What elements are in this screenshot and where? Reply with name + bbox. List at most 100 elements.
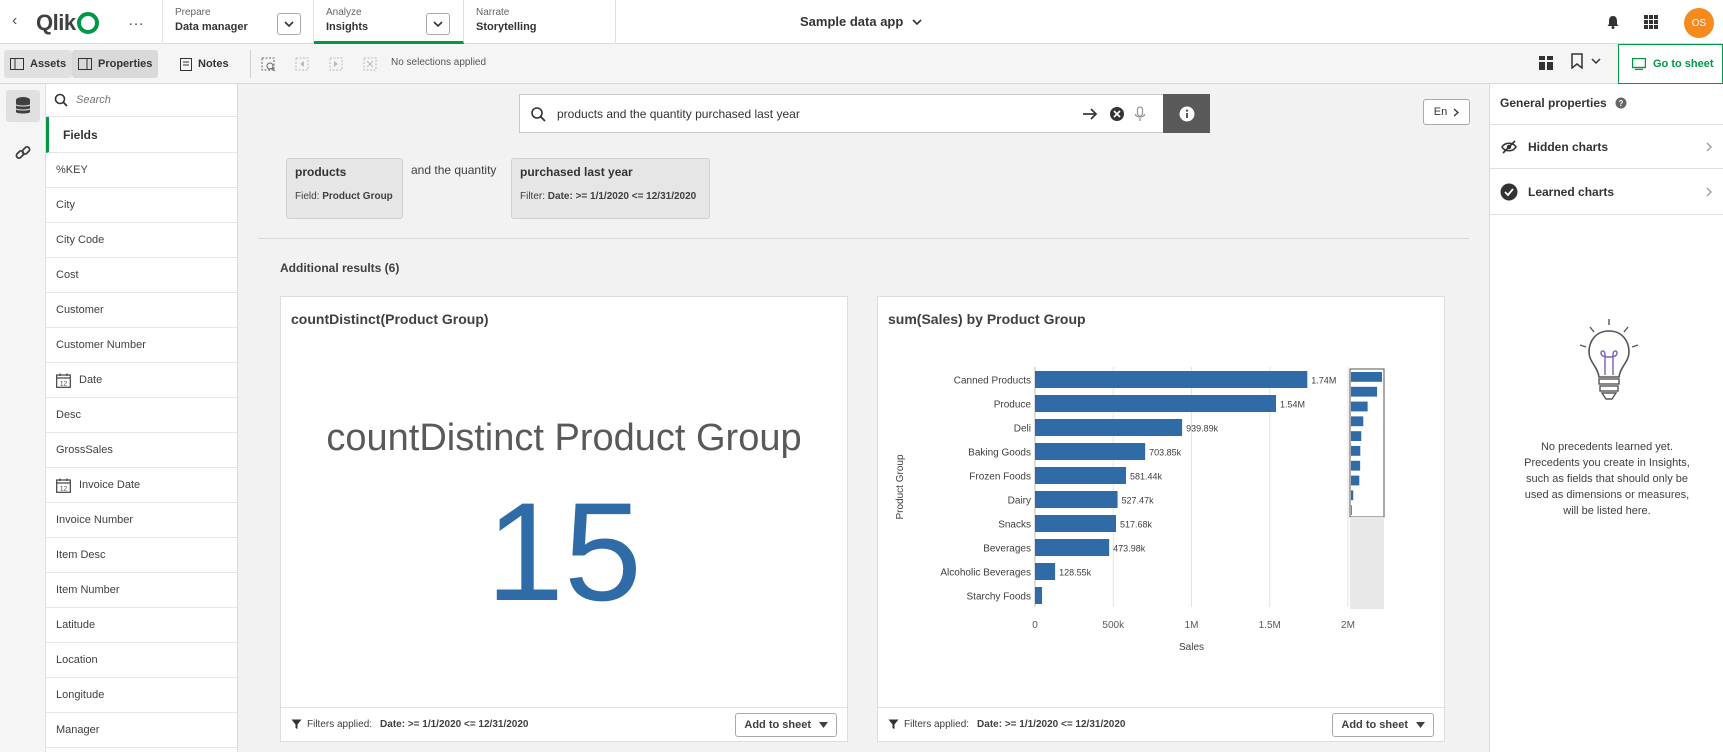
more-menu-icon[interactable]: … [128,12,145,30]
minichart-bar [1351,460,1361,471]
field-item-label: Invoice Date [79,479,141,491]
learned-charts-row[interactable]: Learned charts [1490,170,1723,215]
chevron-down-icon [912,18,922,25]
bar-card-title: sum(Sales) by Product Group [888,311,1086,327]
bookmarks-button[interactable] [1571,53,1601,69]
help-icon[interactable]: ? [1615,97,1627,109]
tab-analyze[interactable]: Analyze Insights [314,0,464,44]
left-rail [0,84,46,752]
field-item-label: Location [56,654,98,666]
sheet-layout-icon[interactable] [1538,55,1554,71]
calendar-icon: 12 [56,373,71,388]
chip-purchased-value: Date: >= 1/1/2020 <= 12/31/2020 [547,191,697,202]
svg-text:12: 12 [60,380,68,387]
clear-search-icon[interactable] [1109,106,1125,122]
fields-heading[interactable]: Fields [46,117,237,153]
field-item-label: Manager [56,724,100,736]
bar [1035,539,1110,556]
chip-purchased[interactable]: purchased last year Filter: Date: >= 1/1… [511,158,710,219]
language-button[interactable]: En [1423,99,1470,125]
field-item[interactable]: Manager [46,713,237,748]
y-tick-label: Starchy Foods [967,592,1031,603]
bar [1035,395,1277,412]
check-circle-icon [1500,183,1518,201]
apps-grid-icon[interactable] [1643,14,1659,30]
search-query-text[interactable]: products and the quantity purchased last… [557,107,800,121]
top-bar: ‹ Qlik … Prepare Data manager Analyze In… [0,0,1723,44]
language-label: En [1433,106,1448,118]
chip-purchased-title: purchased last year [520,165,633,179]
app-title-dropdown[interactable]: Sample data app [800,14,923,29]
field-item[interactable]: City [46,188,237,223]
search-icon [54,93,68,107]
chip-products[interactable]: products Field: Product Group [286,158,403,219]
back-icon[interactable]: ‹ [12,12,17,30]
tab-narrate[interactable]: Narrate Storytelling [464,0,616,44]
field-item[interactable]: Longitude [46,678,237,713]
data-rail-button[interactable] [6,90,40,122]
notifications-bell-icon[interactable] [1605,14,1621,30]
field-item[interactable]: Invoice Number [46,503,237,538]
field-item[interactable]: 12 Invoice Date [46,468,237,503]
properties-label: Properties [98,58,153,70]
field-item-label: %KEY [56,164,88,176]
kpi-card[interactable]: countDistinct(Product Group) countDistin… [280,296,848,742]
field-item[interactable]: Location [46,643,237,678]
field-item[interactable]: Item Desc [46,538,237,573]
field-item[interactable]: Latitude [46,608,237,643]
field-item-label: Customer Number [56,339,146,351]
field-item[interactable]: Customer [46,293,237,328]
link-icon[interactable] [14,144,32,162]
go-to-sheet-button[interactable]: Go to sheet [1618,44,1723,84]
microphone-icon[interactable] [1134,106,1146,122]
field-item-label: City Code [56,234,105,246]
insight-search-bar[interactable]: products and the quantity purchased last… [519,94,1210,133]
svg-text:12: 12 [60,485,68,492]
field-item[interactable]: City Code [46,223,237,258]
chip-products-value: Product Group [322,191,393,202]
kpi-add-to-sheet-button[interactable]: Add to sheet [735,713,837,737]
minichart-bar [1351,401,1368,412]
bar-add-to-sheet-label: Add to sheet [1341,719,1408,731]
bar [1035,443,1146,460]
field-item[interactable]: %KEY [46,153,237,188]
notes-button[interactable]: Notes [174,50,235,78]
caret-down-icon [1416,722,1425,728]
bar [1035,467,1126,484]
chip-products-title: products [295,165,347,179]
kpi-label: countDistinct Product Group [326,417,802,459]
fields-panel: Fields %KEY City City Code Cost Customer Cust… [46,84,238,752]
bar [1035,515,1117,532]
tab-prepare[interactable]: Prepare Data manager [162,0,314,44]
assets-button[interactable]: Assets [4,50,73,78]
field-item[interactable]: Desc [46,398,237,433]
prepare-dropdown-button[interactable] [277,13,301,35]
field-item[interactable]: Customer Number [46,328,237,363]
chevron-down-icon [433,21,443,28]
caret-down-icon [819,722,828,728]
properties-panel: General properties ? Hidden charts Learn… [1489,84,1723,752]
field-item[interactable]: Cost [46,258,237,293]
hidden-charts-row[interactable]: Hidden charts [1490,124,1723,169]
field-item[interactable]: GrossSales [46,433,237,468]
fields-search-input[interactable] [76,94,226,106]
submit-arrow-icon[interactable] [1082,107,1098,121]
field-item[interactable]: 12 Date [46,363,237,398]
info-button[interactable] [1163,94,1210,133]
selections-tool-icon[interactable] [261,57,277,73]
field-item[interactable]: Item Number [46,573,237,608]
x-tick-label: 0 [1032,620,1038,631]
bar [1035,419,1183,436]
info-icon [1179,106,1194,121]
bar-add-to-sheet-button[interactable]: Add to sheet [1332,713,1434,737]
step-forward-icon[interactable] [329,57,345,73]
results-divider [258,238,1469,239]
clear-selections-icon[interactable] [363,57,379,73]
bar-chart-card[interactable]: sum(Sales) by Product Group 0 500k 1M 1.5M 2… [877,296,1445,742]
assets-label: Assets [30,58,67,70]
chip-purchased-prefix: Filter: [520,191,545,202]
analyze-dropdown-button[interactable] [426,13,450,35]
step-back-icon[interactable] [295,57,311,73]
user-avatar[interactable]: OS [1684,8,1714,38]
properties-button[interactable]: Properties [72,50,159,78]
